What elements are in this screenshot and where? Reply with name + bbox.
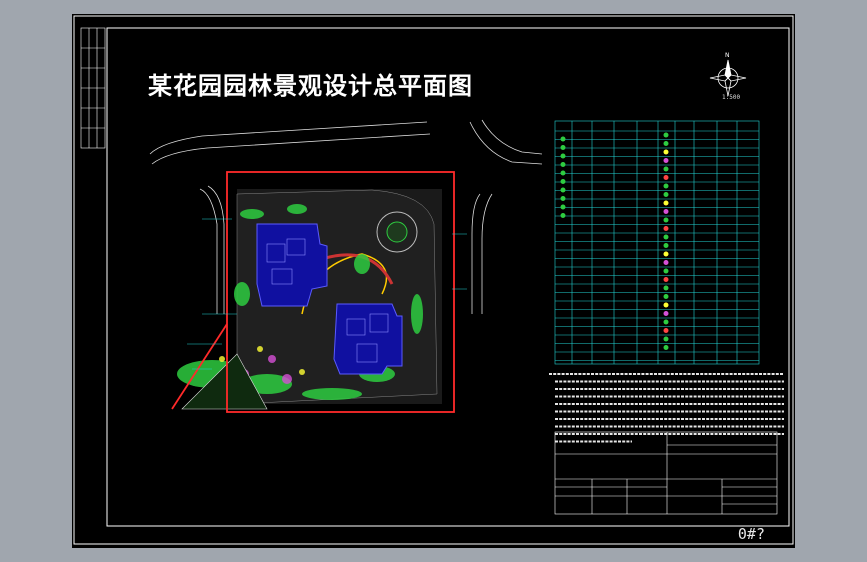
svg-text:N: N xyxy=(725,52,730,59)
sheet-inner-border xyxy=(106,27,790,527)
site-plan xyxy=(171,171,467,413)
design-notes xyxy=(549,373,784,443)
compass-rose-icon: N xyxy=(709,52,747,97)
scale-label: 1:500 xyxy=(722,94,741,101)
plant-schedule-table xyxy=(554,120,760,365)
binding-strip xyxy=(80,27,106,149)
title-block xyxy=(554,431,778,515)
drawing-title: 某花园园林景观设计总平面图 xyxy=(148,71,473,100)
drawing-sheet: N 某花园园林景观设计总平面图 1:500 0#? xyxy=(72,14,795,548)
sheet-number: 0#? xyxy=(737,525,765,543)
